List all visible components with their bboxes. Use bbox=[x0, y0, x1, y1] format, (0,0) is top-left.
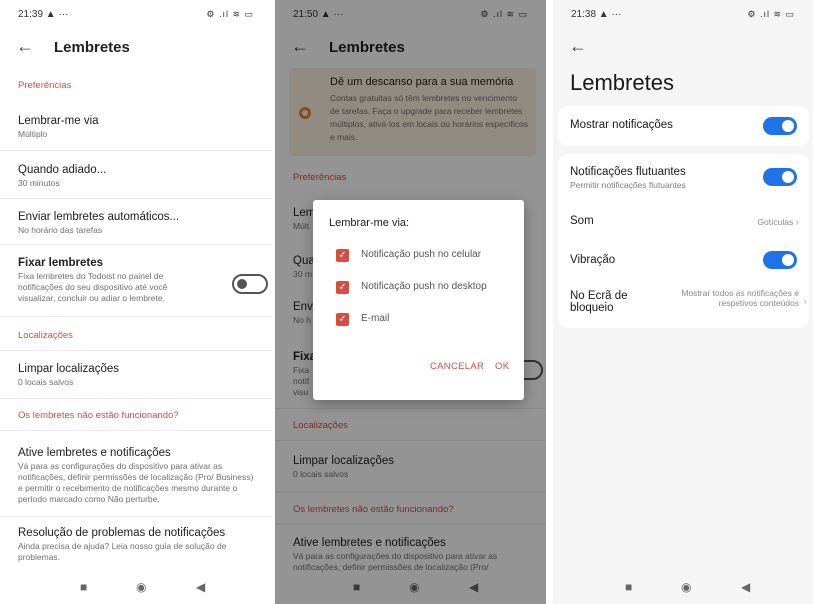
item-subtitle: Múltiplo bbox=[18, 129, 48, 139]
clear-locations-item[interactable]: Limpar localizações 0 locais salvos bbox=[18, 362, 258, 388]
divider bbox=[0, 150, 272, 151]
cancel-button[interactable]: CANCELAR bbox=[430, 361, 484, 372]
toggle-knob bbox=[782, 254, 794, 266]
item-title: Quando adiado... bbox=[18, 164, 107, 176]
pin-reminders-toggle[interactable] bbox=[232, 274, 268, 294]
floating-notifications-toggle[interactable] bbox=[763, 168, 797, 186]
vibration-toggle[interactable] bbox=[763, 251, 797, 269]
divider bbox=[0, 244, 272, 245]
show-notifications-toggle[interactable] bbox=[763, 117, 797, 135]
page-title: Lembretes bbox=[54, 39, 130, 56]
toggle-knob bbox=[782, 120, 794, 132]
checkbox-checked-icon[interactable]: ✓ bbox=[336, 313, 349, 326]
remind-via-dialog: Lembrar-me via: ✓ Notificação push no ce… bbox=[313, 200, 524, 400]
checkbox-checked-icon[interactable]: ✓ bbox=[336, 249, 349, 262]
item-title: No Ecrã de bloqueio bbox=[570, 290, 628, 314]
status-time: 21:39 ▲ ··· bbox=[18, 9, 69, 20]
remind-via-item[interactable]: Lembrar-me via Múltiplo bbox=[18, 114, 258, 140]
item-subtitle: Ainda precisa de ajuda? Leia nosso guia … bbox=[18, 541, 227, 562]
card-notification-options: Notificações flutuantes Permitir notific… bbox=[558, 154, 809, 328]
status-icons: ⚙ .ıl ≋ ▭ bbox=[747, 9, 795, 19]
home-icon[interactable]: ◉ bbox=[136, 580, 146, 594]
chevron-right-icon: › bbox=[803, 296, 807, 307]
auto-reminders-item[interactable]: Enviar lembretes automáticos... No horár… bbox=[18, 210, 258, 236]
troubleshooting-item[interactable]: Resolução de problemas de notificações A… bbox=[18, 526, 258, 563]
toggle-knob bbox=[237, 279, 247, 289]
item-subtitle: Vá para as configurações do dispositivo … bbox=[18, 461, 254, 504]
system-nav-bar: ■ ◉ ◀ bbox=[0, 570, 272, 604]
option-label: Notificação push no celular bbox=[361, 249, 482, 260]
toggle-knob bbox=[782, 171, 794, 183]
item-title: Enviar lembretes automáticos... bbox=[18, 211, 180, 223]
recents-icon[interactable]: ■ bbox=[80, 580, 87, 594]
item-title: Fixar lembretes bbox=[18, 257, 104, 269]
item-title: Lembrar-me via bbox=[18, 115, 99, 127]
lockscreen-item[interactable]: No Ecrã de bloqueio bbox=[570, 290, 659, 314]
status-bar: 21:39 ▲ ··· ⚙ .ıl ≋ ▭ bbox=[0, 0, 272, 30]
app-bar: ← Lembretes bbox=[0, 30, 272, 66]
status-time: 21:38 ▲ ··· bbox=[571, 9, 622, 20]
lockscreen-value[interactable]: Mostrar todos as notificações e respetiv… bbox=[679, 288, 799, 308]
section-header-preferences: Preferências bbox=[18, 80, 72, 91]
option-label: E-mail bbox=[361, 313, 390, 324]
option-push-desktop[interactable]: ✓ Notificação push no desktop bbox=[336, 281, 514, 299]
divider bbox=[0, 516, 272, 517]
home-icon[interactable]: ◉ bbox=[681, 580, 691, 594]
section-header-locations: Localizações bbox=[18, 330, 73, 341]
chevron-right-icon: › bbox=[795, 217, 799, 228]
back-arrow-icon[interactable]: ← bbox=[16, 36, 34, 57]
item-subtitle: 0 locais salvos bbox=[18, 377, 74, 387]
todoist-reminders-dialog-screen: 21:50 ▲ ··· ⚙ .ıl ≋ ▭ ← Lembretes Dê um … bbox=[275, 0, 546, 604]
back-icon[interactable]: ◀ bbox=[196, 580, 205, 594]
dialog-title: Lembrar-me via: bbox=[329, 217, 410, 229]
system-notification-settings-screen: 21:38 ▲ ··· ⚙ .ıl ≋ ▭ ← Lembretes Mostra… bbox=[553, 0, 813, 604]
card-show-notifications: Mostrar notificações bbox=[558, 106, 809, 146]
item-subtitle: Fixa lembretes do Todoist no painel de n… bbox=[18, 271, 168, 303]
back-arrow-icon[interactable]: ← bbox=[569, 36, 587, 57]
sound-value[interactable]: Gotículas › bbox=[757, 217, 799, 228]
lockscreen-value-text: Mostrar todos as notificações e respetiv… bbox=[681, 288, 799, 308]
system-nav-bar: ■ ◉ ◀ bbox=[553, 570, 813, 604]
divider bbox=[0, 398, 272, 399]
item-title: Ative lembretes e notificações bbox=[18, 447, 171, 459]
item-subtitle: No horário das tarefas bbox=[18, 225, 103, 235]
pin-reminders-item[interactable]: Fixar lembretes Fixa lembretes do Todois… bbox=[18, 256, 202, 304]
status-bar: 21:38 ▲ ··· ⚙ .ıl ≋ ▭ bbox=[553, 0, 813, 30]
snooze-item[interactable]: Quando adiado... 30 minutos bbox=[18, 163, 258, 189]
divider bbox=[0, 316, 272, 317]
divider bbox=[0, 350, 272, 351]
item-title: Limpar localizações bbox=[18, 363, 119, 375]
section-header-not-working: Os lembretes não estão funcionando? bbox=[18, 410, 179, 421]
todoist-reminders-screen: 21:39 ▲ ··· ⚙ .ıl ≋ ▭ ← Lembretes Prefer… bbox=[0, 0, 272, 604]
back-icon[interactable]: ◀ bbox=[741, 580, 750, 594]
ok-button[interactable]: OK bbox=[495, 361, 509, 372]
divider bbox=[0, 430, 272, 431]
option-label: Notificação push no desktop bbox=[361, 281, 487, 292]
status-icons: ⚙ .ıl ≋ ▭ bbox=[206, 9, 254, 19]
page-title: Lembretes bbox=[570, 70, 674, 95]
item-title: Resolução de problemas de notificações bbox=[18, 527, 226, 539]
sound-value-text: Gotículas bbox=[757, 217, 794, 227]
recents-icon[interactable]: ■ bbox=[625, 580, 632, 594]
item-subtitle: 30 minutos bbox=[18, 178, 60, 188]
option-email[interactable]: ✓ E-mail bbox=[336, 313, 514, 331]
divider bbox=[0, 198, 272, 199]
enable-notifications-item[interactable]: Ative lembretes e notificações Vá para a… bbox=[18, 446, 258, 505]
option-push-mobile[interactable]: ✓ Notificação push no celular bbox=[336, 249, 514, 267]
app-bar: ← bbox=[553, 30, 813, 66]
checkbox-checked-icon[interactable]: ✓ bbox=[336, 281, 349, 294]
